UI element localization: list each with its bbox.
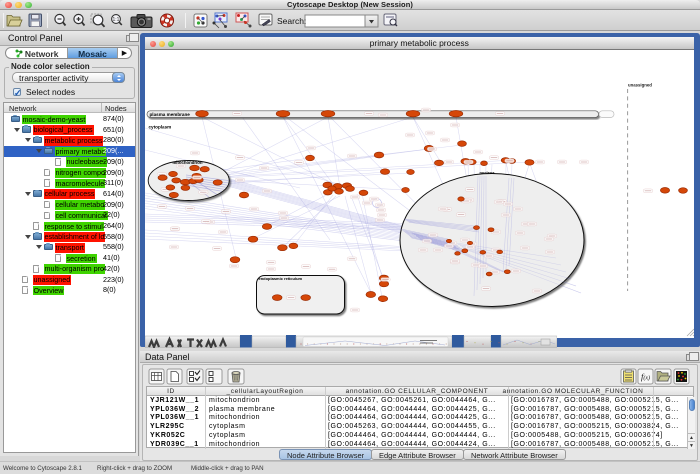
svg-text:endoplasmic reticulum: endoplasmic reticulum (259, 276, 303, 281)
svg-text:cytoplasm: cytoplasm (149, 125, 172, 130)
svg-text:1:1: 1:1 (113, 17, 120, 23)
svg-text:nucleus: nucleus (479, 170, 495, 175)
svg-text:unassigned: unassigned (628, 83, 652, 88)
svg-text:plasma membrane: plasma membrane (150, 112, 191, 117)
